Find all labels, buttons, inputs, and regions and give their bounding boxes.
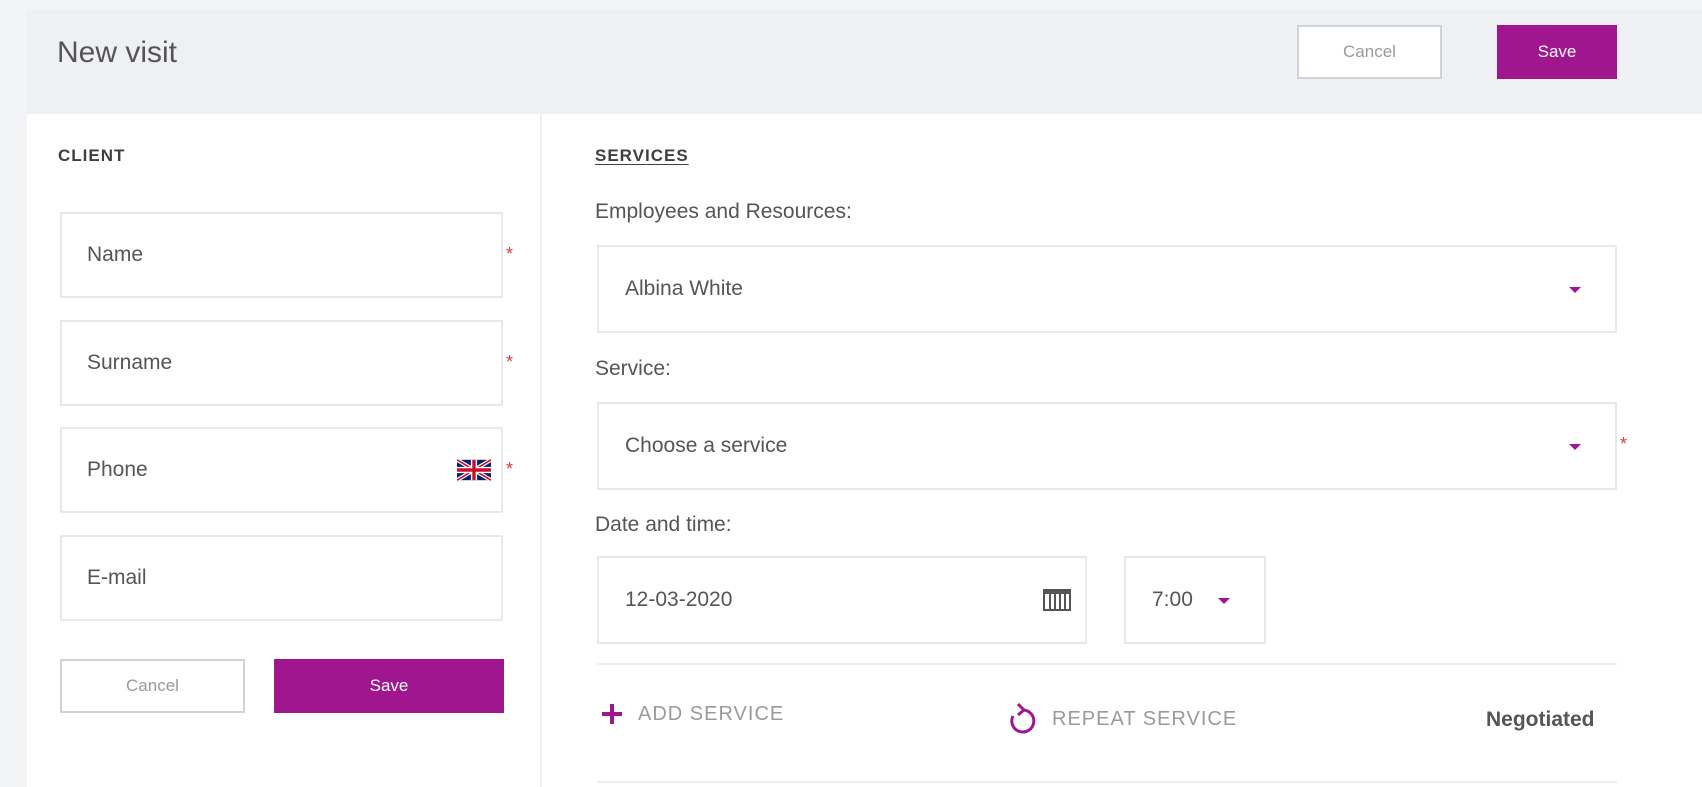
required-marker: * — [1619, 434, 1627, 454]
repeat-service-button[interactable]: REPEAT SERVICE — [1008, 702, 1237, 736]
left-strip — [0, 0, 27, 787]
date-input[interactable]: 12-03-2020 — [597, 556, 1087, 644]
service-select[interactable]: Choose a service * — [597, 402, 1627, 490]
page-title: New visit — [57, 36, 178, 69]
datetime-label: Date and time: — [595, 513, 732, 536]
column-divider — [540, 114, 542, 787]
required-marker: * — [505, 352, 513, 372]
time-select[interactable]: 7:00 — [1124, 556, 1266, 644]
surname-field[interactable]: Surname * — [60, 320, 513, 406]
client-save-button[interactable]: Save — [274, 659, 504, 713]
employees-label: Employees and Resources: — [595, 200, 852, 223]
email-field[interactable]: E-mail — [60, 535, 503, 621]
service-select-value: Choose a service — [625, 434, 788, 457]
header-bar: New visit Cancel Save — [27, 10, 1702, 114]
date-input-value: 12-03-2020 — [625, 588, 733, 611]
name-field-label: Name — [87, 243, 144, 266]
uk-flag-icon[interactable] — [457, 459, 491, 481]
time-select-value: 7:00 — [1152, 588, 1193, 611]
section-divider — [597, 663, 1617, 665]
bottom-divider — [597, 781, 1617, 783]
header-cancel-button[interactable]: Cancel — [1297, 25, 1442, 79]
page: New visit Cancel Save CLIENT Name * Surn… — [0, 0, 1702, 787]
required-marker: * — [505, 244, 513, 264]
calendar-icon[interactable] — [1043, 588, 1071, 612]
services-section-label[interactable]: SERVICES — [595, 146, 689, 166]
repeat-service-label: REPEAT SERVICE — [1052, 707, 1238, 730]
caret-down-icon — [1218, 598, 1230, 604]
top-strip — [0, 0, 1702, 10]
email-field-label: E-mail — [87, 566, 147, 589]
employee-select[interactable]: Albina White — [597, 245, 1617, 333]
employee-select-value: Albina White — [625, 277, 743, 300]
required-marker: * — [505, 459, 513, 479]
header-save-button[interactable]: Save — [1497, 25, 1617, 79]
client-cancel-button[interactable]: Cancel — [60, 659, 245, 713]
phone-field-label: Phone — [87, 458, 148, 481]
caret-down-icon — [1569, 287, 1581, 293]
add-service-label: ADD SERVICE — [638, 702, 785, 725]
price-status: Negotiated — [1486, 708, 1595, 731]
add-service-button[interactable]: ADD SERVICE — [600, 702, 784, 726]
plus-icon — [602, 704, 622, 724]
phone-field[interactable]: Phone * — [60, 427, 513, 513]
surname-field-label: Surname — [87, 351, 173, 374]
client-section-label: CLIENT — [58, 146, 126, 165]
name-field[interactable]: Name * — [60, 212, 513, 298]
repeat-icon — [1010, 702, 1036, 734]
service-label: Service: — [595, 357, 671, 380]
caret-down-icon — [1569, 444, 1581, 450]
